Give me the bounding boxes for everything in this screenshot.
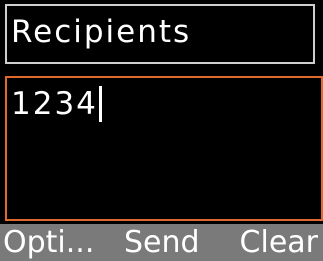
options-softkey[interactable]: Opti...: [3, 224, 94, 261]
recipients-input-content: 1234: [11, 84, 102, 124]
recipients-input[interactable]: 1234: [5, 76, 323, 221]
phone-screen: Recipients 1234 Opti... Send Clear: [0, 0, 323, 261]
title-bar: Recipients: [5, 4, 315, 64]
send-softkey[interactable]: Send: [124, 224, 200, 261]
text-caret: [98, 86, 102, 122]
clear-softkey[interactable]: Clear: [240, 224, 318, 261]
recipients-input-value: 1234: [11, 86, 98, 122]
softkey-bar: Opti... Send Clear: [0, 224, 323, 261]
screen-title: Recipients: [11, 14, 192, 50]
